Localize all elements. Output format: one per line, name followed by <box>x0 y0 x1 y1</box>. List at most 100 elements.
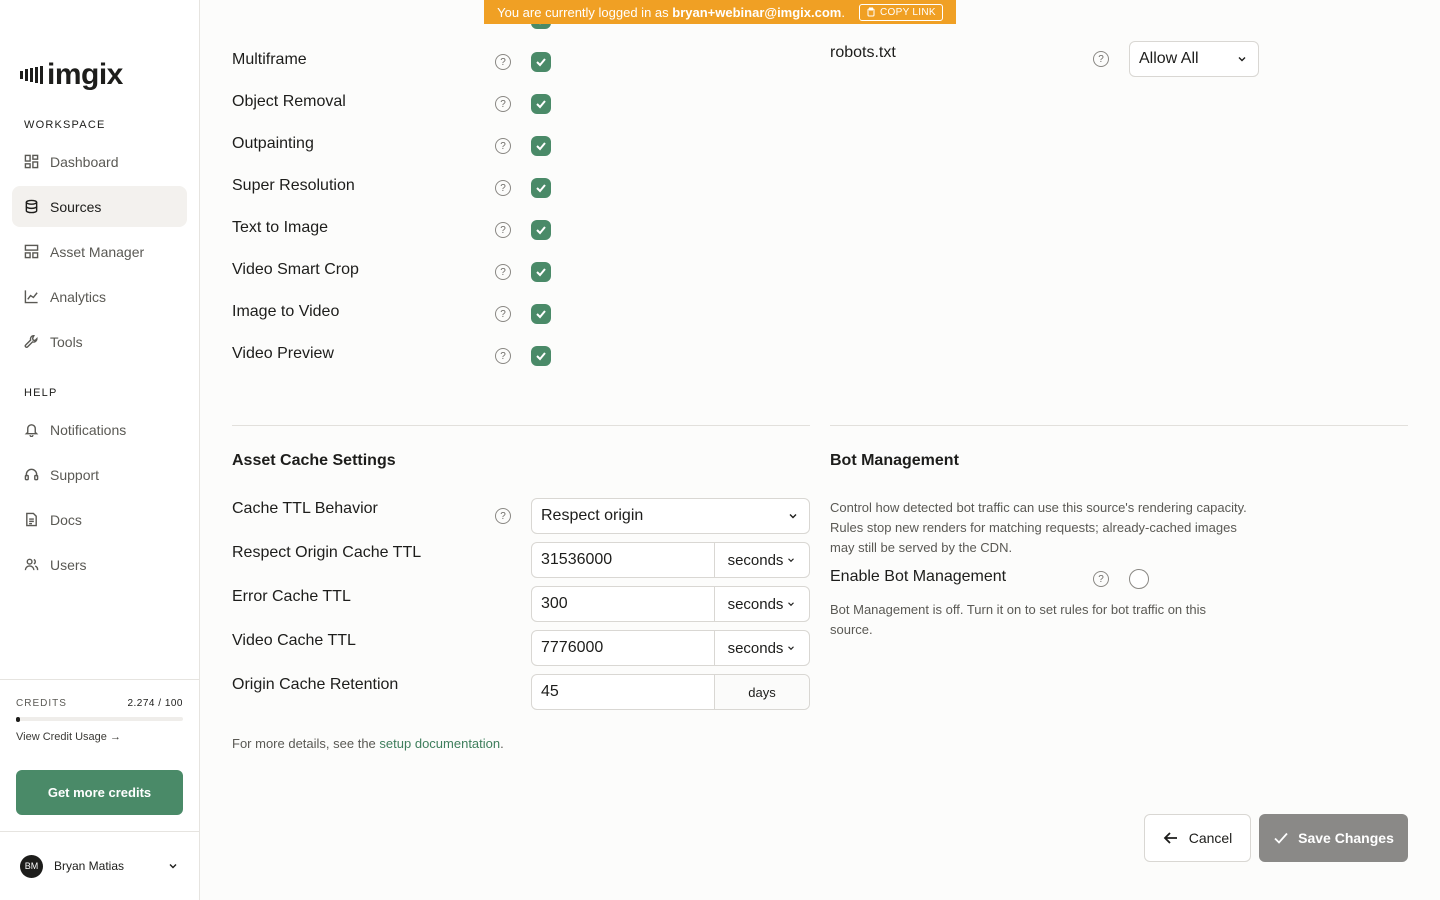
logo-text: imgix <box>47 58 123 91</box>
avatar: BM <box>20 854 43 878</box>
sidebar-item-analytics[interactable]: Analytics <box>12 276 187 317</box>
help-icon[interactable]: ? <box>495 348 511 364</box>
imgix-logo[interactable]: imgix <box>20 60 123 90</box>
cache-ttl-unit-select[interactable]: seconds <box>714 543 809 577</box>
enable-bot-management-toggle[interactable] <box>1129 569 1149 589</box>
check-icon <box>536 142 546 151</box>
cache-ttl-label: Video Cache TTL <box>232 632 356 649</box>
headset-icon <box>24 468 39 481</box>
robots-txt-label: robots.txt <box>830 44 896 61</box>
cache-ttl-behavior-select[interactable]: Respect origin <box>531 498 810 534</box>
copy-link-button[interactable]: COPY LINK <box>859 3 943 21</box>
check-icon <box>536 352 546 361</box>
feature-label: Video Smart Crop <box>232 261 359 278</box>
feature-checkbox[interactable] <box>531 52 551 72</box>
sidebar-item-sources[interactable]: Sources <box>12 186 187 227</box>
sidebar-item-tools[interactable]: Tools <box>12 321 187 362</box>
document-icon <box>26 512 37 527</box>
robots-txt-select[interactable]: Allow All <box>1129 41 1259 77</box>
origin-cache-retention-field[interactable]: 45 days <box>531 674 810 710</box>
cache-ttl-value[interactable]: 7776000 <box>532 631 714 665</box>
cache-ttl-value[interactable]: 300 <box>532 587 714 621</box>
sidebar-item-label: Tools <box>50 333 83 350</box>
workspace-section-label: WORKSPACE <box>24 119 106 131</box>
chevron-down-icon <box>788 602 795 607</box>
feature-checkbox[interactable] <box>531 178 551 198</box>
help-icon[interactable]: ? <box>495 306 511 322</box>
bot-management-status: Bot Management is off. Turn it on to set… <box>830 602 1206 637</box>
impersonation-banner: You are currently logged in as bryan+web… <box>484 0 956 24</box>
check-icon <box>536 268 546 277</box>
cache-ttl-unit-select[interactable]: seconds <box>714 587 809 621</box>
user-name: Bryan Matias <box>54 859 125 873</box>
sidebar-item-support[interactable]: Support <box>12 454 187 495</box>
cache-ttl-value[interactable]: 31536000 <box>532 543 714 577</box>
feature-checkbox[interactable] <box>531 262 551 282</box>
sidebar-item-notifications[interactable]: Notifications <box>12 409 187 450</box>
view-credit-usage-link[interactable]: View Credit Usage → <box>16 731 183 743</box>
chevron-down-icon <box>788 558 795 563</box>
cache-ttl-unit: seconds <box>727 639 784 657</box>
help-icon[interactable]: ? <box>495 138 511 154</box>
check-icon <box>536 58 546 67</box>
user-menu[interactable]: BM Bryan Matias <box>0 831 199 900</box>
feature-checkbox[interactable] <box>531 346 551 366</box>
cache-ttl-behavior-label: Cache TTL Behavior <box>232 500 378 517</box>
feature-checkbox[interactable] <box>531 220 551 240</box>
sidebar-item-asset-manager[interactable]: Asset Manager <box>12 231 187 272</box>
help-icon[interactable]: ? <box>495 264 511 280</box>
clipboard-icon <box>867 7 875 17</box>
banner-text: You are currently logged in as bryan+web… <box>497 4 845 20</box>
origin-cache-retention-value[interactable]: 45 <box>532 675 714 709</box>
credits-progress-bar <box>16 716 183 722</box>
check-icon <box>1274 832 1288 844</box>
help-icon[interactable]: ? <box>495 180 511 196</box>
help-icon[interactable]: ? <box>495 96 511 112</box>
asset-cache-heading: Asset Cache Settings <box>232 452 396 469</box>
cache-ttl-behavior-value: Respect origin <box>541 507 644 524</box>
check-icon <box>536 100 546 109</box>
sidebar-item-label: Notifications <box>50 421 127 438</box>
bell-icon <box>24 424 39 437</box>
credits-value: 2.274 / 100 <box>127 698 183 709</box>
get-more-credits-button[interactable]: Get more credits <box>16 770 183 815</box>
feature-label: Outpainting <box>232 135 314 152</box>
help-icon[interactable]: ? <box>495 508 511 524</box>
help-icon[interactable]: ? <box>495 222 511 238</box>
help-icon[interactable]: ? <box>1093 571 1109 587</box>
help-icon[interactable]: ? <box>1093 51 1109 67</box>
feature-label: Text to Image <box>232 219 329 236</box>
database-icon <box>25 199 38 214</box>
section-divider <box>232 425 810 426</box>
sidebar-item-users[interactable]: Users <box>12 544 187 585</box>
bot-management-description: Control how detected bot traffic can use… <box>830 500 1247 555</box>
help-section-label: HELP <box>24 387 58 399</box>
sidebar-item-docs[interactable]: Docs <box>12 499 187 540</box>
cache-ttl-field[interactable]: 300 seconds <box>531 586 810 622</box>
origin-cache-retention-unit: days <box>714 675 809 709</box>
cache-ttl-unit-select[interactable]: seconds <box>714 631 809 665</box>
cache-ttl-field[interactable]: 7776000 seconds <box>531 630 810 666</box>
feature-label: Multiframe <box>232 51 307 68</box>
feature-checkbox[interactable] <box>531 304 551 324</box>
cancel-button[interactable]: Cancel <box>1144 814 1251 862</box>
sidebar-item-label: Users <box>50 556 87 573</box>
sidebar-item-label: Dashboard <box>50 153 119 170</box>
robots-txt-value: Allow All <box>1139 50 1199 67</box>
credits-panel: CREDITS 2.274 / 100 View Credit Usage → <box>0 679 199 743</box>
feature-checkbox[interactable] <box>531 136 551 156</box>
feature-checkbox[interactable] <box>531 94 551 114</box>
credits-progress-fill <box>16 716 21 722</box>
help-icon[interactable]: ? <box>495 54 511 70</box>
arrow-left-icon <box>1163 832 1177 844</box>
wrench-icon <box>24 334 38 348</box>
enable-bot-management-label: Enable Bot Management <box>830 568 1007 585</box>
save-changes-button[interactable]: Save Changes <box>1259 814 1408 862</box>
sidebar-item-dashboard[interactable]: Dashboard <box>12 141 187 182</box>
cache-ttl-field[interactable]: 31536000 seconds <box>531 542 810 578</box>
setup-documentation-link[interactable]: setup documentation <box>379 736 500 751</box>
cache-settings-note: For more details, see the setup document… <box>232 736 504 751</box>
feature-label: Video Preview <box>232 345 334 362</box>
check-icon <box>536 310 546 319</box>
chart-icon <box>24 290 38 304</box>
